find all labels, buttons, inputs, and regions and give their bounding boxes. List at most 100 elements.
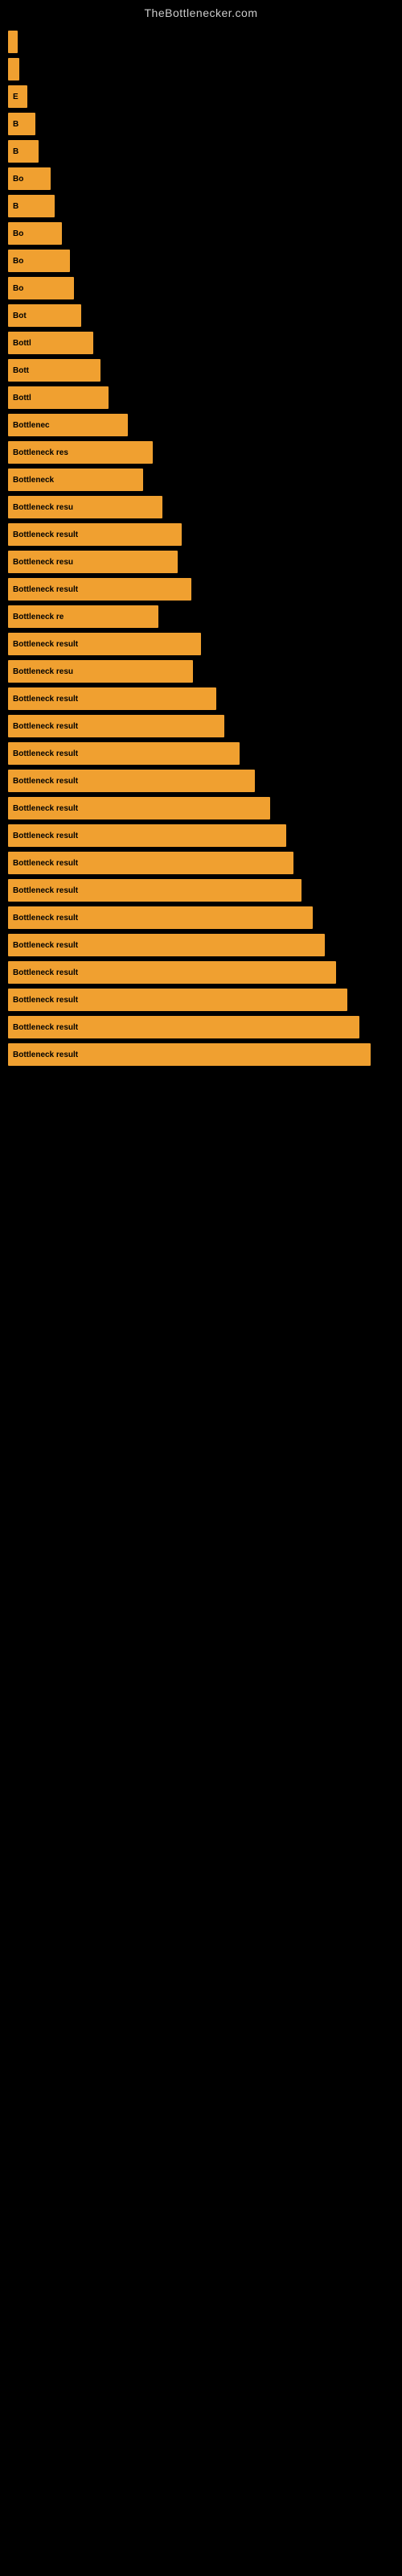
bar-row [8, 58, 402, 80]
bar-label: Bo [13, 175, 23, 184]
bar-row: Bottleneck result [8, 578, 402, 601]
bar-row: Bo [8, 222, 402, 245]
bar-item: B [8, 195, 55, 217]
bar-row: Bottleneck result [8, 852, 402, 874]
bar-item: Bottleneck result [8, 852, 293, 874]
bar-label: Bottleneck result [13, 530, 78, 539]
bar-label: Bottleneck result [13, 1023, 78, 1032]
bar-item: Bottleneck result [8, 906, 313, 929]
bar-item: Bo [8, 167, 51, 190]
bar-row: Bo [8, 277, 402, 299]
bar-item [8, 31, 18, 53]
bar-row: Bottleneck result [8, 934, 402, 956]
bar-label: Bottleneck resu [13, 558, 73, 567]
bar-label: Bottleneck result [13, 749, 78, 758]
bar-row: Bottleneck result [8, 961, 402, 984]
bar-row: Bot [8, 304, 402, 327]
bar-row: E [8, 85, 402, 108]
bar-item: Bottleneck result [8, 523, 182, 546]
bar-item: Bottleneck result [8, 879, 302, 902]
bar-row: Bottleneck result [8, 989, 402, 1011]
bar-row: Bottleneck res [8, 441, 402, 464]
bar-label: Bottleneck result [13, 968, 78, 977]
bar-label: Bottlenec [13, 421, 50, 430]
bar-label: Bottleneck result [13, 695, 78, 704]
bar-item: Bot [8, 304, 81, 327]
bar-item: Bottleneck result [8, 1043, 371, 1066]
bar-row: Bottleneck result [8, 879, 402, 902]
bar-item: Bottleneck result [8, 578, 191, 601]
bar-item: Bottleneck result [8, 934, 325, 956]
site-title: TheBottlenecker.com [0, 0, 402, 23]
bar-item: Bottleneck result [8, 742, 240, 765]
bar-label: B [13, 147, 18, 156]
bar-label: Bottleneck result [13, 585, 78, 594]
bar-row: Bottleneck resu [8, 660, 402, 683]
bar-item: Bo [8, 277, 74, 299]
bar-row: Bottleneck re [8, 605, 402, 628]
bar-item: Bottleneck result [8, 961, 336, 984]
bar-row: Bott [8, 359, 402, 382]
bar-row: Bottleneck result [8, 824, 402, 847]
bar-label: Bottleneck result [13, 941, 78, 950]
bar-row: Bottleneck result [8, 523, 402, 546]
bar-row: Bottleneck resu [8, 551, 402, 573]
bar-item: Bott [8, 359, 100, 382]
bar-item: Bo [8, 222, 62, 245]
bar-item: Bottl [8, 386, 109, 409]
bar-label: Bottleneck result [13, 886, 78, 895]
bar-row: Bo [8, 250, 402, 272]
bar-label: Bottleneck result [13, 1051, 78, 1059]
bar-row: Bottleneck result [8, 715, 402, 737]
bar-row: Bottleneck result [8, 797, 402, 819]
bar-item: Bottleneck result [8, 797, 270, 819]
bar-label: Bottleneck res [13, 448, 68, 457]
bar-item: Bottleneck result [8, 687, 216, 710]
bar-label: Bottl [13, 394, 31, 402]
bar-item: B [8, 113, 35, 135]
bars-container: E B B Bo B Bo Bo Bo Bot Bottl Bott Bottl Bottlenec Bo… [0, 23, 402, 1071]
bar-label: Bottleneck result [13, 777, 78, 786]
bar-label: Bottleneck result [13, 804, 78, 813]
bar-item: Bo [8, 250, 70, 272]
bar-label: Bottleneck result [13, 832, 78, 840]
bar-item: Bottl [8, 332, 93, 354]
bar-label: Bottleneck result [13, 914, 78, 923]
bar-row: Bottleneck result [8, 906, 402, 929]
bar-row: Bo [8, 167, 402, 190]
bar-item [8, 58, 19, 80]
bar-label: B [13, 202, 18, 211]
bar-label: Bo [13, 257, 23, 266]
bar-label: Bottleneck result [13, 996, 78, 1005]
bar-row: Bottl [8, 386, 402, 409]
bar-row: B [8, 113, 402, 135]
bar-item: Bottlenec [8, 414, 128, 436]
bar-row: Bottl [8, 332, 402, 354]
bar-label: Bot [13, 312, 27, 320]
bar-label: Bott [13, 366, 29, 375]
bar-label: Bottleneck result [13, 722, 78, 731]
bar-label: Bottleneck [13, 476, 54, 485]
bar-row: Bottleneck result [8, 1016, 402, 1038]
bar-item: Bottleneck result [8, 633, 201, 655]
bar-item: B [8, 140, 39, 163]
bar-row: B [8, 195, 402, 217]
bar-label: Bottl [13, 339, 31, 348]
bar-label: Bottleneck resu [13, 667, 73, 676]
bar-row: B [8, 140, 402, 163]
bar-row: Bottleneck result [8, 687, 402, 710]
bar-item: Bottleneck re [8, 605, 158, 628]
bar-item: Bottleneck result [8, 770, 255, 792]
bar-label: B [13, 120, 18, 129]
bar-item: Bottleneck result [8, 715, 224, 737]
bar-row: Bottlenec [8, 414, 402, 436]
bar-label: E [13, 93, 18, 101]
bar-row: Bottleneck result [8, 742, 402, 765]
bar-item: E [8, 85, 27, 108]
bar-label: Bo [13, 229, 23, 238]
bar-item: Bottleneck resu [8, 551, 178, 573]
bar-row: Bottleneck result [8, 770, 402, 792]
bar-label: Bottleneck result [13, 859, 78, 868]
bar-row: Bottleneck [8, 469, 402, 491]
bar-item: Bottleneck result [8, 989, 347, 1011]
